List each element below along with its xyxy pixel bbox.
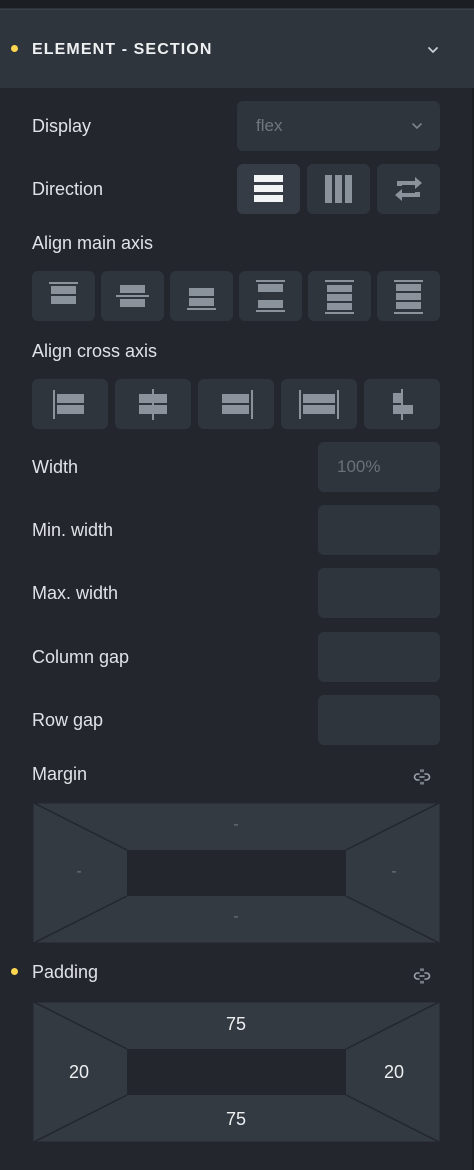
section-title: ELEMENT - SECTION — [32, 41, 213, 58]
align-main-space-around-button[interactable] — [308, 271, 371, 321]
direction-reverse-button[interactable] — [377, 164, 440, 214]
direction-row-icon — [254, 175, 283, 202]
width-label: Width — [32, 457, 79, 477]
top-strip — [0, 0, 474, 9]
direction-column-icon — [325, 175, 352, 203]
align-end-icon — [187, 288, 216, 310]
padding-right-input[interactable]: 20 — [364, 1062, 424, 1083]
align-cross-baseline-icon — [393, 389, 413, 420]
align-cross-start-button[interactable] — [32, 379, 108, 429]
align-cross-label: Align cross axis — [32, 341, 158, 361]
unlink-icon[interactable] — [412, 767, 432, 787]
align-main-label: Align main axis — [32, 233, 154, 253]
column-gap-label: Column gap — [32, 647, 130, 667]
display-select[interactable]: flex — [237, 101, 440, 151]
align-cross-end-icon — [222, 390, 253, 419]
width-placeholder: 100% — [337, 457, 381, 476]
align-start-icon — [49, 282, 78, 304]
align-center-icon — [116, 285, 149, 307]
space-around-icon — [325, 280, 354, 314]
direction-column-button[interactable] — [307, 164, 370, 214]
align-main-end-button[interactable] — [170, 271, 233, 321]
reverse-icon — [395, 177, 422, 201]
chevron-down-icon — [412, 123, 422, 129]
section-header[interactable]: ELEMENT - SECTION — [0, 9, 474, 88]
align-cross-start-icon — [53, 390, 84, 419]
padding-top-input[interactable]: 75 — [206, 1014, 266, 1035]
padding-left-input[interactable]: 20 — [49, 1062, 109, 1083]
padding-box: 75 75 20 20 — [32, 1001, 441, 1143]
padding-label: Padding — [32, 962, 99, 982]
align-main-center-button[interactable] — [101, 271, 164, 321]
margin-box: - - - - — [32, 802, 441, 944]
margin-bottom-input[interactable]: - — [206, 908, 266, 926]
align-cross-center-button[interactable] — [115, 379, 191, 429]
direction-label: Direction — [32, 179, 104, 199]
max-width-input[interactable] — [318, 568, 440, 618]
min-width-label: Min. width — [32, 520, 114, 540]
column-gap-input[interactable] — [318, 632, 440, 682]
align-main-start-button[interactable] — [32, 271, 95, 321]
margin-label: Margin — [32, 764, 88, 784]
display-select-value: flex — [256, 116, 283, 135]
align-cross-stretch-button[interactable] — [281, 379, 357, 429]
space-between-icon — [256, 280, 285, 312]
margin-right-input[interactable]: - — [364, 863, 424, 881]
row-gap-input[interactable] — [318, 695, 440, 745]
space-evenly-icon — [394, 280, 423, 314]
align-main-space-evenly-button[interactable] — [377, 271, 440, 321]
max-width-label: Max. width — [32, 583, 119, 603]
unlink-icon[interactable] — [412, 966, 432, 986]
display-label: Display — [32, 116, 92, 136]
margin-top-input[interactable]: - — [206, 816, 266, 834]
align-cross-center-icon — [139, 389, 167, 420]
align-cross-stretch-icon — [299, 390, 339, 419]
align-cross-end-button[interactable] — [198, 379, 274, 429]
padding-bottom-input[interactable]: 75 — [206, 1109, 266, 1130]
align-main-space-between-button[interactable] — [239, 271, 302, 321]
width-input[interactable]: 100% — [318, 442, 440, 492]
row-gap-label: Row gap — [32, 710, 104, 730]
modified-indicator — [11, 968, 18, 975]
modified-indicator — [11, 45, 18, 52]
margin-left-input[interactable]: - — [49, 863, 109, 881]
direction-row-button[interactable] — [237, 164, 300, 214]
min-width-input[interactable] — [318, 505, 440, 555]
chevron-down-icon[interactable] — [425, 42, 441, 58]
align-cross-baseline-button[interactable] — [364, 379, 440, 429]
